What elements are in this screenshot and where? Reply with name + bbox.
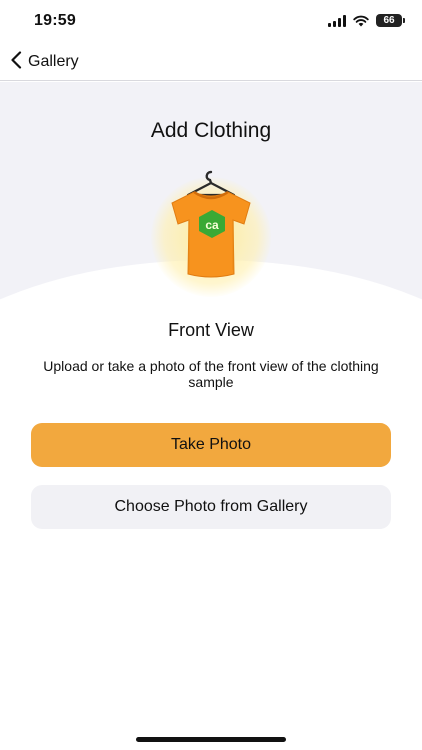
tshirt-hanger-icon: ca (158, 170, 264, 291)
status-bar: 19:59 66 (0, 0, 422, 44)
choose-from-gallery-button[interactable]: Choose Photo from Gallery (31, 485, 391, 529)
back-label: Gallery (28, 53, 79, 70)
screen: 19:59 66 Gallery Add Clothing ca Front V… (0, 0, 422, 750)
battery-icon: 66 (376, 14, 405, 27)
status-icons: 66 (328, 14, 405, 27)
hero-header: Add Clothing ca (0, 82, 422, 312)
chevron-left-icon (10, 50, 22, 74)
back-button[interactable]: Gallery (10, 50, 79, 74)
signal-icon (328, 14, 346, 27)
status-time: 19:59 (34, 12, 76, 29)
instructions-text: Upload or take a photo of the front view… (43, 358, 379, 390)
page-title: Add Clothing (150, 119, 272, 142)
take-photo-button[interactable]: Take Photo (31, 423, 391, 467)
home-indicator (136, 737, 286, 742)
wifi-icon (353, 15, 369, 27)
nav-bar: Gallery (0, 44, 422, 81)
svg-text:ca: ca (205, 218, 219, 232)
section-title: Front View (168, 320, 254, 340)
